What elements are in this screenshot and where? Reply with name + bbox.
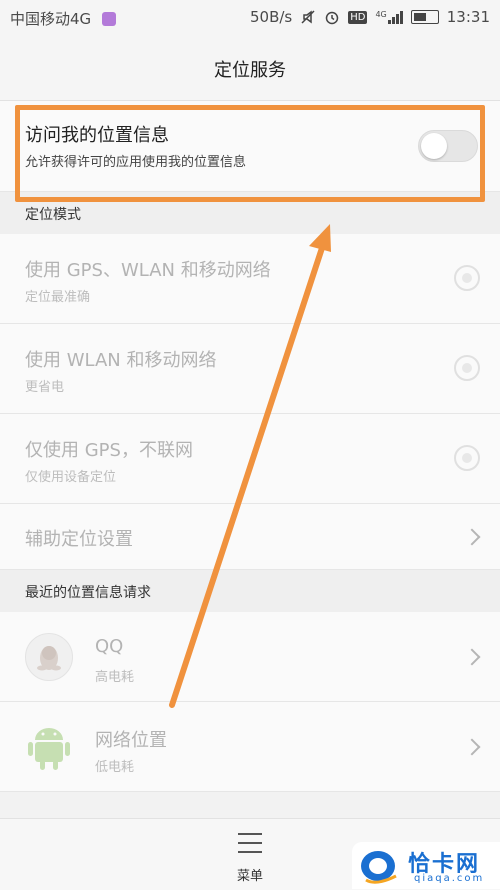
watermark: 恰卡网 qiaqa.com: [352, 842, 500, 889]
chevron-right-icon: [463, 528, 481, 546]
alarm-icon: [325, 11, 339, 25]
android-icon: [25, 722, 73, 772]
mode-option-subtitle: 更省电: [25, 380, 65, 395]
mode-option-gps-wlan-mobile[interactable]: 使用 GPS、WLAN 和移动网络 定位最准确: [0, 234, 500, 324]
app-usage: 低电耗: [95, 760, 135, 775]
assist-location-settings[interactable]: 辅助定位设置: [0, 504, 500, 570]
menu-button[interactable]: 菜单: [200, 819, 300, 890]
mode-option-title: 仅使用 GPS，不联网: [25, 440, 193, 461]
recent-app-qq[interactable]: QQ 高电耗: [0, 612, 500, 702]
radio-button[interactable]: [454, 445, 480, 471]
qq-penguin-icon: [25, 633, 73, 681]
recent-app-network-location[interactable]: 网络位置 低电耗: [0, 702, 500, 792]
menu-label: 菜单: [236, 869, 263, 884]
watermark-url: qiaqa.com: [414, 873, 485, 884]
signal-icon: 4G: [375, 10, 403, 24]
title-bar: 定位服务: [0, 36, 500, 101]
menu-icon: [238, 833, 262, 853]
carrier-label: 中国移动4G: [10, 10, 92, 28]
app-usage: 高电耗: [95, 670, 135, 685]
section-title: 最近的位置信息请求: [25, 585, 151, 601]
app-name: 网络位置: [95, 730, 167, 751]
section-recent-requests: 最近的位置信息请求: [0, 570, 500, 612]
status-bar: 中国移动4G 50B/s HD 4G 13:31: [0, 0, 500, 36]
mode-option-title: 使用 WLAN 和移动网络: [25, 350, 217, 371]
section-title: 定位模式: [25, 207, 81, 223]
hd-icon: HD: [348, 10, 368, 24]
status-bar-right: 50B/s HD 4G 13:31: [250, 8, 490, 26]
gallery-notification-icon: [101, 12, 116, 26]
app-name: QQ: [95, 636, 124, 657]
mode-option-title: 使用 GPS、WLAN 和移动网络: [25, 260, 271, 281]
watermark-logo: [361, 851, 397, 884]
mode-option-subtitle: 仅使用设备定位: [25, 470, 117, 485]
mode-option-gps-only[interactable]: 仅使用 GPS，不联网 仅使用设备定位: [0, 414, 500, 504]
status-bar-left: 中国移动4G: [10, 8, 116, 29]
page-title: 定位服务: [214, 60, 286, 81]
radio-button[interactable]: [454, 265, 480, 291]
network-type: 4G: [375, 10, 387, 19]
mute-icon: [301, 10, 315, 24]
chevron-right-icon: [463, 648, 481, 666]
mode-option-wlan-mobile[interactable]: 使用 WLAN 和移动网络 更省电: [0, 324, 500, 414]
battery-icon: [410, 10, 439, 24]
mode-option-subtitle: 定位最准确: [25, 290, 91, 305]
network-speed: 50B/s: [249, 8, 293, 26]
clock: 13:31: [446, 8, 490, 26]
highlight-box: [15, 105, 485, 202]
chevron-right-icon: [463, 738, 481, 756]
assist-location-label: 辅助定位设置: [25, 529, 133, 550]
radio-button[interactable]: [454, 355, 480, 381]
